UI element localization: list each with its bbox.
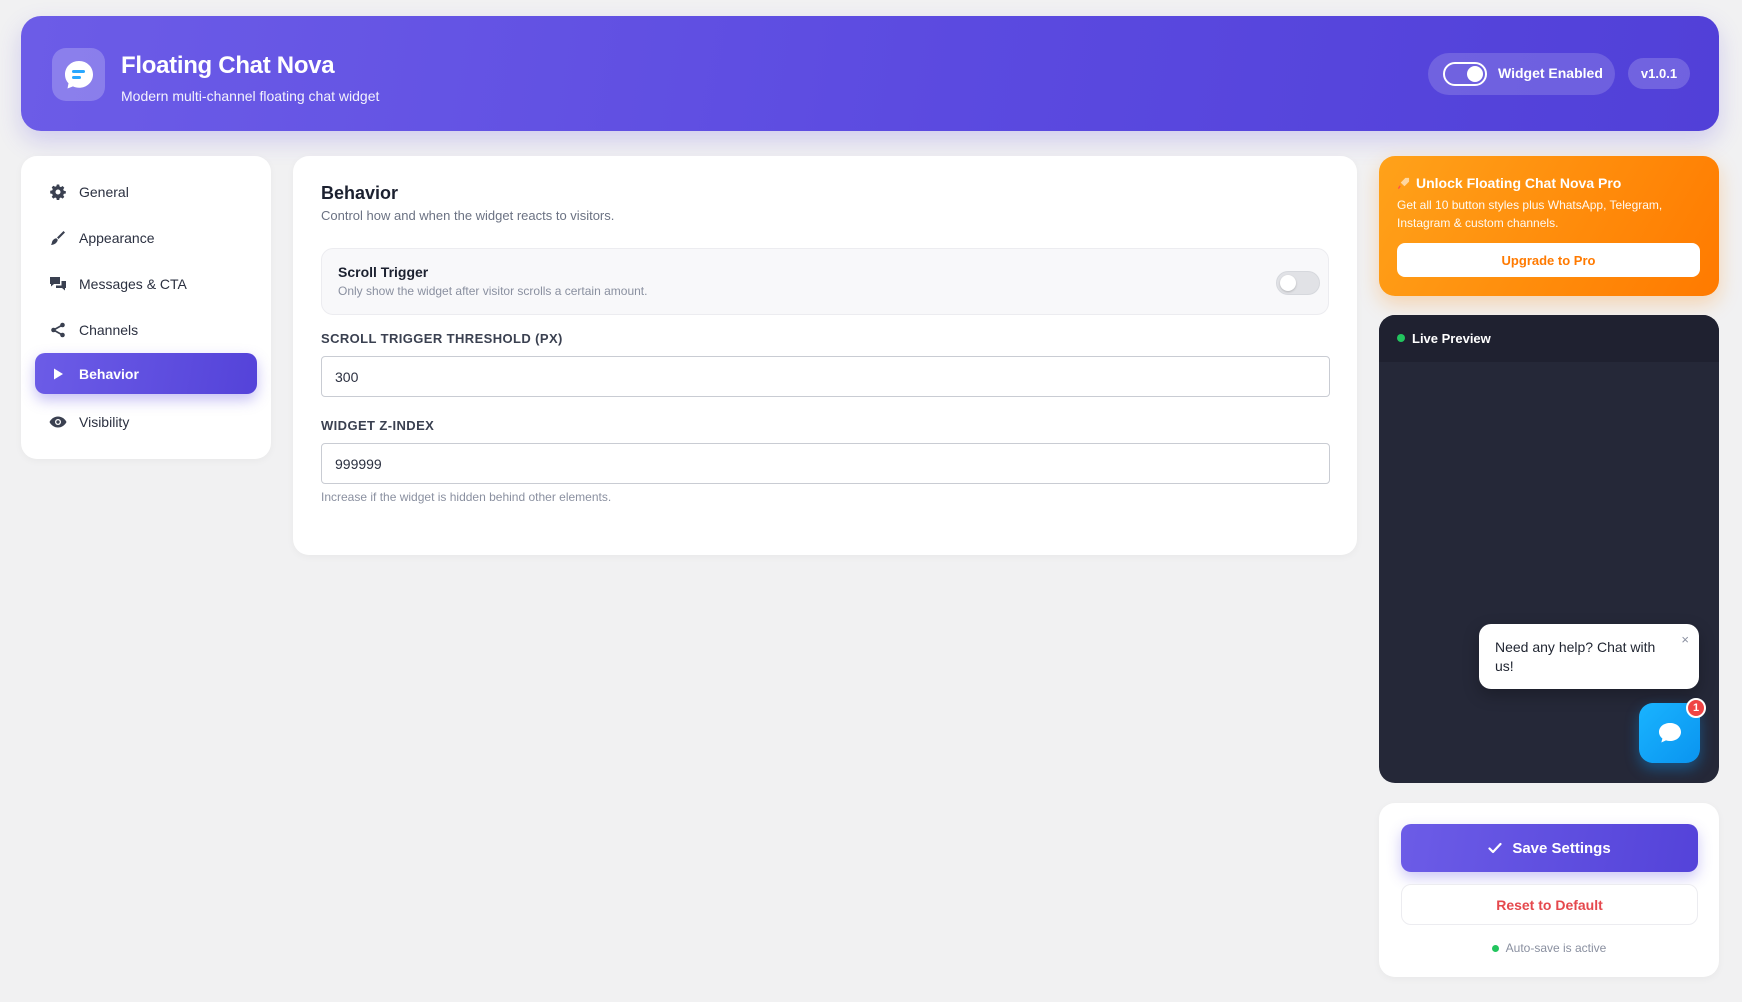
- widget-enabled-control[interactable]: Widget Enabled: [1428, 53, 1615, 95]
- scroll-trigger-setting: Scroll Trigger Only show the widget afte…: [321, 248, 1329, 315]
- logo: [52, 48, 105, 101]
- scroll-trigger-description: Only show the widget after visitor scrol…: [338, 284, 648, 298]
- save-settings-label: Save Settings: [1512, 839, 1611, 857]
- chat-bubbles-icon: [49, 275, 67, 293]
- reset-default-button[interactable]: Reset to Default: [1401, 884, 1698, 925]
- scroll-threshold-input[interactable]: [321, 356, 1330, 397]
- app-header: Floating Chat Nova Modern multi-channel …: [21, 16, 1719, 131]
- pro-title-text: Unlock Floating Chat Nova Pro: [1416, 175, 1622, 191]
- chat-greeting-text: Need any help? Chat with us!: [1495, 639, 1656, 674]
- chat-logo-icon: [64, 60, 93, 88]
- close-icon[interactable]: ×: [1681, 633, 1689, 646]
- widget-enabled-toggle[interactable]: [1443, 62, 1487, 86]
- sidebar-item-label: Appearance: [79, 229, 155, 246]
- upgrade-button[interactable]: Upgrade to Pro: [1397, 243, 1700, 277]
- live-preview: Live Preview Need any help? Chat with us…: [1379, 315, 1719, 783]
- toggle-knob: [1280, 275, 1296, 291]
- threshold-label: SCROLL TRIGGER THRESHOLD (PX): [321, 331, 563, 346]
- status-dot: [1491, 944, 1499, 952]
- page-subtitle: Control how and when the widget reacts t…: [321, 208, 615, 223]
- zindex-hint: Increase if the widget is hidden behind …: [321, 490, 612, 504]
- sidebar-item-messages-cta[interactable]: Messages & CTA: [35, 263, 257, 304]
- toggle-knob: [1467, 66, 1483, 82]
- save-settings-button[interactable]: Save Settings: [1401, 824, 1698, 872]
- preview-header: Live Preview: [1379, 315, 1719, 362]
- scroll-trigger-title: Scroll Trigger: [338, 264, 429, 280]
- sidebar-item-label: Visibility: [79, 413, 130, 430]
- sidebar-item-label: General: [79, 183, 129, 200]
- sidebar-item-appearance[interactable]: Appearance: [35, 217, 257, 258]
- chat-greeting-bubble: Need any help? Chat with us! ×: [1479, 624, 1699, 689]
- actions-card: Save Settings Reset to Default Auto-save…: [1379, 803, 1719, 977]
- sidebar-item-general[interactable]: General: [35, 171, 257, 212]
- scroll-trigger-toggle[interactable]: [1276, 271, 1320, 295]
- share-icon: [49, 321, 67, 339]
- eye-icon: [49, 413, 67, 431]
- rocket-icon: [1397, 177, 1410, 189]
- sidebar-item-behavior[interactable]: Behavior: [35, 353, 257, 394]
- autosave-status: Auto-save is active: [1379, 941, 1719, 955]
- play-icon: [49, 365, 67, 383]
- sidebar-item-channels[interactable]: Channels: [35, 309, 257, 350]
- pro-description: Get all 10 button styles plus WhatsApp, …: [1397, 198, 1663, 230]
- notification-badge: 1: [1686, 698, 1706, 718]
- chat-icon: [1658, 723, 1681, 743]
- gear-icon: [49, 183, 67, 201]
- sidebar-item-label: Messages & CTA: [79, 275, 187, 292]
- behavior-panel: Behavior Control how and when the widget…: [293, 156, 1357, 555]
- autosave-text: Auto-save is active: [1505, 941, 1607, 955]
- sidebar-item-label: Channels: [79, 321, 139, 338]
- sidebar: General Appearance Messages & CTA Channe…: [21, 156, 271, 459]
- check-icon: [1488, 842, 1502, 854]
- zindex-input[interactable]: [321, 443, 1330, 484]
- sidebar-item-label: Behavior: [79, 365, 139, 382]
- zindex-label: WIDGET Z-INDEX: [321, 418, 435, 433]
- version-badge: v1.0.1: [1628, 58, 1690, 89]
- widget-enabled-label: Widget Enabled: [1498, 65, 1603, 81]
- paintbrush-icon: [49, 229, 67, 247]
- status-dot: [1397, 334, 1405, 342]
- app-title: Floating Chat Nova: [121, 52, 335, 79]
- sidebar-item-visibility[interactable]: Visibility: [35, 401, 257, 442]
- page-title: Behavior: [321, 183, 399, 203]
- preview-label: Live Preview: [1412, 331, 1491, 346]
- pro-upsell-card: Unlock Floating Chat Nova Pro Get all 10…: [1379, 156, 1719, 296]
- app-subtitle: Modern multi-channel floating chat widge…: [121, 88, 380, 104]
- pro-title: Unlock Floating Chat Nova Pro: [1397, 175, 1621, 191]
